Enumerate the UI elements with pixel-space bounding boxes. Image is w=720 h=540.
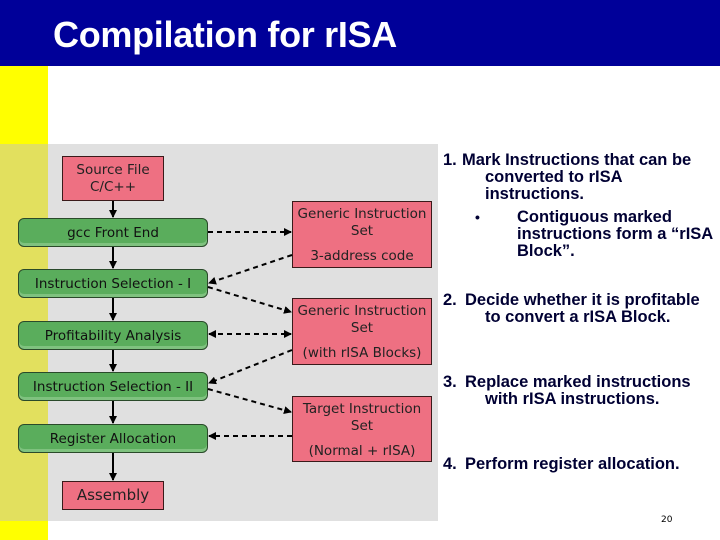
generic-instruction-set-box-2: Generic Instruction Set (with rISA Block…	[292, 298, 432, 365]
step-2: 2. Decide whether it is profitable to co…	[443, 292, 718, 326]
step-2-number: 2.	[443, 291, 457, 309]
generic-instruction-set-box-1: Generic Instruction Set 3-address code	[292, 201, 432, 268]
step-1-bullet: • Contiguous marked instructions form a …	[475, 209, 718, 260]
profitability-analysis-box: Profitability Analysis	[18, 321, 208, 350]
generic-is-2-title-2: Set	[350, 320, 374, 336]
instruction-selection-2-box: Instruction Selection - II	[18, 372, 208, 401]
instruction-selection-1-label: Instruction Selection - I	[34, 275, 192, 292]
target-is-title: Target Instruction	[302, 401, 422, 417]
gcc-front-end-box: gcc Front End	[18, 218, 208, 247]
source-file-label: Source File	[76, 162, 150, 178]
gcc-front-end-label: gcc Front End	[67, 224, 159, 241]
source-file-box: Source File C/C++	[62, 156, 164, 201]
generic-is-1-title: Generic Instruction	[297, 206, 427, 222]
step-3-text: Replace marked instructions with rISA in…	[465, 373, 691, 408]
instruction-selection-1-box: Instruction Selection - I	[18, 269, 208, 298]
generic-is-2-title: Generic Instruction	[297, 303, 427, 319]
step-1-bullet-text: Contiguous marked instructions form a “r…	[517, 208, 713, 260]
step-3-number: 3.	[443, 373, 457, 391]
register-allocation-label: Register Allocation	[49, 430, 177, 447]
slide-title: Compilation for rISA	[53, 14, 397, 55]
step-2-text: Decide whether it is profitable to conve…	[465, 291, 700, 326]
page-number: 20	[661, 515, 673, 525]
assembly-label: Assembly	[76, 486, 150, 504]
generic-is-1-sub: 3-address code	[310, 248, 414, 264]
step-1: 1. Mark Instructions that can be convert…	[443, 152, 718, 203]
target-is-title-2: Set	[350, 418, 374, 434]
instruction-selection-2-label: Instruction Selection - II	[32, 378, 194, 395]
step-4-number: 4.	[443, 455, 457, 473]
assembly-box: Assembly	[62, 481, 164, 510]
bullet-icon: •	[475, 209, 480, 225]
target-instruction-set-box: Target Instruction Set (Normal + rISA)	[292, 396, 432, 462]
register-allocation-box: Register Allocation	[18, 424, 208, 453]
generic-is-2-sub: (with rISA Blocks)	[302, 345, 422, 361]
target-is-sub: (Normal + rISA)	[308, 443, 416, 459]
title-bar: Compilation for rISA	[0, 0, 720, 66]
step-1-text: Mark Instructions that can be converted …	[462, 151, 692, 203]
step-4: 4. Perform register allocation.	[443, 456, 718, 473]
profitability-analysis-label: Profitability Analysis	[44, 327, 182, 344]
step-1-number: 1.	[443, 151, 457, 169]
step-3: 3. Replace marked instructions with rISA…	[443, 374, 718, 408]
generic-is-1-title-2: Set	[350, 223, 374, 239]
step-4-text: Perform register allocation.	[465, 455, 680, 473]
source-language-label: C/C++	[89, 179, 137, 195]
